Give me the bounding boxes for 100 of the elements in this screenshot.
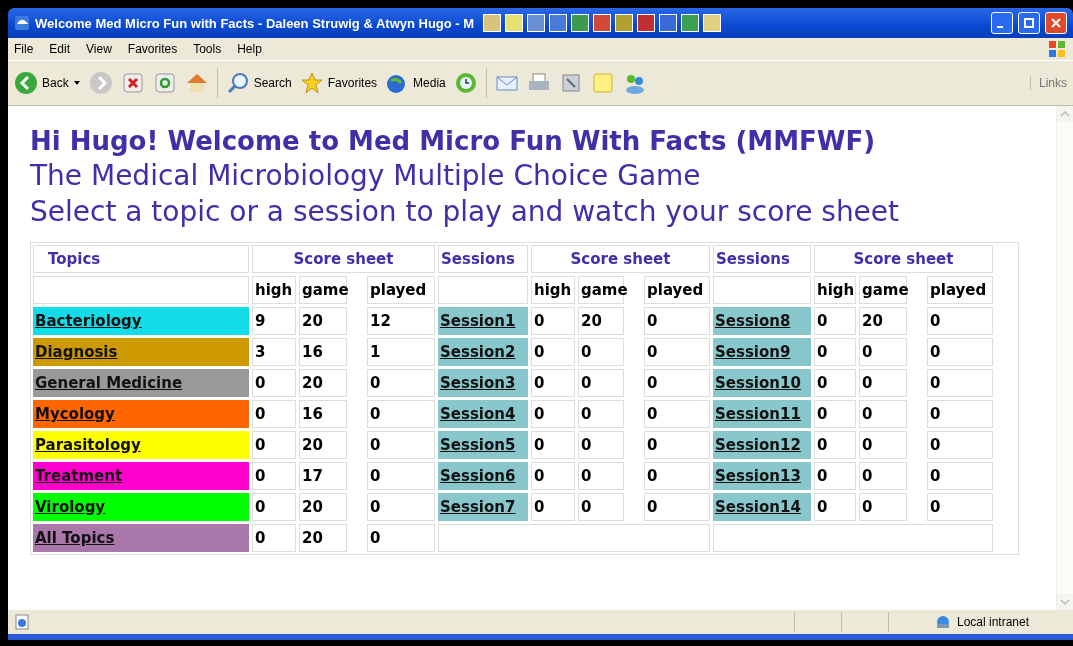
refresh-icon[interactable] (152, 71, 177, 95)
table-cell: 0 (814, 369, 856, 397)
menu-item[interactable]: Edit (49, 42, 71, 56)
menu-item[interactable]: View (86, 42, 112, 56)
column-header: high (814, 276, 856, 304)
table-cell: 17 (299, 462, 347, 490)
links-label[interactable]: Links (1030, 76, 1067, 90)
column-header: played (644, 276, 710, 304)
table-cell: 0 (252, 462, 296, 490)
close-button[interactable] (1045, 12, 1067, 34)
app-icon[interactable] (549, 14, 568, 32)
session-link[interactable]: Session7 (438, 493, 528, 521)
table-cell: 0 (927, 338, 993, 366)
maximize-button[interactable] (1018, 12, 1040, 34)
column-header: game (299, 276, 347, 304)
table-cell: 0 (252, 524, 296, 552)
menu-item[interactable]: Tools (193, 42, 222, 56)
table-cell: 20 (299, 493, 347, 521)
table-cell: 0 (859, 338, 907, 366)
table-cell: 20 (299, 369, 347, 397)
app-icon[interactable] (615, 14, 634, 32)
table-cell: 1 (367, 338, 435, 366)
table-cell: 0 (814, 431, 856, 459)
table-cell: 20 (299, 431, 347, 459)
table-cell: 0 (644, 338, 710, 366)
app-icon[interactable] (571, 14, 590, 32)
table-cell: 0 (367, 400, 435, 428)
stop-icon[interactable] (120, 71, 145, 95)
column-header: Sessions (713, 245, 811, 273)
table-cell: 0 (927, 493, 993, 521)
table-cell: 20 (859, 307, 907, 335)
session-link[interactable]: Session4 (438, 400, 528, 428)
star-icon (299, 71, 324, 95)
welcome-heading: Hi Hugo! Welcome to Med Micro Fun With Facts (MMFWF) (30, 125, 877, 158)
table-cell: 0 (531, 400, 575, 428)
table-cell: 0 (644, 493, 710, 521)
app-icon[interactable] (527, 14, 546, 32)
table-cell: 0 (367, 493, 435, 521)
table-cell: 0 (644, 462, 710, 490)
session-link[interactable]: Session3 (438, 369, 528, 397)
topic-link[interactable]: Treatment (33, 462, 249, 490)
topic-link[interactable]: Parasitology (33, 431, 249, 459)
table-cell: 0 (927, 431, 993, 459)
session-link[interactable]: Session9 (713, 338, 811, 366)
topic-link[interactable]: All Topics (33, 524, 249, 552)
table-cell: 0 (252, 400, 296, 428)
app-icon[interactable] (703, 14, 722, 32)
caret-icon (72, 79, 81, 87)
app-icon[interactable] (483, 14, 502, 32)
session-link[interactable]: Session13 (713, 462, 811, 490)
table-cell: 0 (578, 462, 624, 490)
table-cell: 0 (814, 307, 856, 335)
session-link[interactable]: Session14 (713, 493, 811, 521)
maximize-icon (1023, 17, 1035, 29)
menu-item[interactable]: Favorites (127, 42, 178, 56)
session-link[interactable]: Session6 (438, 462, 528, 490)
column-header: Topics (33, 245, 249, 273)
column-header: Sessions (438, 245, 528, 273)
topic-link[interactable]: Virology (33, 493, 249, 521)
table-cell: 0 (367, 462, 435, 490)
network-icon (935, 614, 951, 630)
favorites-button[interactable]: Favorites (299, 71, 378, 95)
page-icon (14, 614, 30, 630)
media-button[interactable]: Media (385, 71, 446, 95)
table-cell: 0 (531, 462, 575, 490)
table-cell: 0 (578, 400, 624, 428)
history-icon[interactable] (453, 71, 478, 95)
app-icon[interactable] (681, 14, 700, 32)
session-link[interactable]: Session12 (713, 431, 811, 459)
topic-link[interactable]: Diagnosis (33, 338, 249, 366)
session-link[interactable]: Session10 (713, 369, 811, 397)
zone-label: Local intranet (957, 615, 1031, 629)
table-cell: 0 (859, 493, 907, 521)
table-cell: 0 (814, 400, 856, 428)
topic-link[interactable]: Bacteriology (33, 307, 249, 335)
session-link[interactable]: Session1 (438, 307, 528, 335)
table-cell: 12 (367, 307, 435, 335)
session-link[interactable]: Session2 (438, 338, 528, 366)
column-header: high (531, 276, 575, 304)
minimize-icon (997, 26, 1003, 28)
session-link[interactable]: Session8 (713, 307, 811, 335)
menu-item[interactable]: File (14, 42, 34, 56)
session-link[interactable]: Session5 (438, 431, 528, 459)
app-icon[interactable] (659, 14, 678, 32)
table-cell: 0 (859, 431, 907, 459)
app-icon[interactable] (505, 14, 524, 32)
app-icon[interactable] (637, 14, 656, 32)
topic-link[interactable]: General Medicine (33, 369, 249, 397)
session-link[interactable]: Session11 (713, 400, 811, 428)
table-cell: 0 (644, 369, 710, 397)
table-cell: 0 (531, 369, 575, 397)
table-cell: 9 (252, 307, 296, 335)
minimize-button[interactable] (991, 12, 1013, 34)
table-cell: 0 (367, 524, 435, 552)
back-button[interactable]: Back (14, 71, 81, 95)
app-icon[interactable] (593, 14, 612, 32)
table-cell: 0 (859, 400, 907, 428)
topic-link[interactable]: Mycology (33, 400, 249, 428)
search-button[interactable]: Search (225, 71, 292, 95)
menu-item[interactable]: Help (237, 42, 262, 56)
